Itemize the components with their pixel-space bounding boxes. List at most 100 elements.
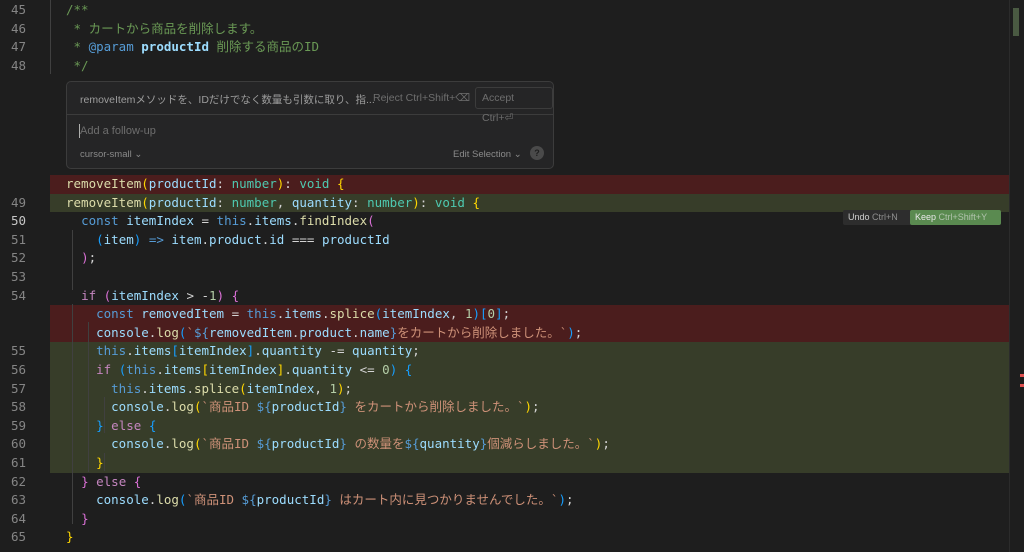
code-line[interactable]: 61 } — [0, 454, 1010, 473]
keep-button[interactable]: Keep Ctrl+Shift+Y — [910, 210, 1001, 225]
code-text: } else { — [66, 417, 156, 436]
code-token: ${ — [241, 492, 257, 508]
code-text: console.log(`${removedItem.product.name}… — [66, 324, 582, 343]
code-line[interactable]: 51 (item) => item.product.id === product… — [0, 231, 1010, 250]
code-line[interactable]: 64 } — [0, 510, 1010, 529]
code-line[interactable]: 45 /** — [0, 1, 1010, 20]
code-token: console — [111, 436, 164, 452]
code-line[interactable]: 58 console.log(`商品ID ${productId} をカートから… — [0, 398, 1010, 417]
code-token: removedItem — [141, 306, 225, 322]
code-token: id — [269, 231, 285, 247]
line-number: 64 — [10, 510, 26, 526]
code-line[interactable]: 57 this.items.splice(itemIndex, 1); — [0, 379, 1010, 399]
vertical-scrollbar[interactable] — [1009, 0, 1024, 552]
added-line-highlight — [50, 416, 1010, 436]
added-line-highlight — [50, 454, 1010, 473]
code-token: 1 — [209, 287, 217, 303]
edit-selection-dropdown[interactable]: Edit Selection ⌄ — [453, 149, 522, 160]
code-line[interactable]: 47 * @param productId 削除する商品のID — [0, 38, 1010, 57]
code-line[interactable]: 55 this.items[itemIndex].quantity -= qua… — [0, 342, 1010, 361]
code-token: number — [367, 194, 413, 210]
code-text: if (this.items[itemIndex].quantity <= 0)… — [66, 361, 412, 380]
code-token: `商品ID — [186, 492, 242, 508]
help-icon[interactable]: ? — [530, 146, 544, 160]
line-number: 51 — [10, 231, 26, 247]
code-line[interactable]: 48 */ — [0, 57, 1010, 76]
code-token: this — [96, 343, 127, 359]
code-line[interactable]: 53 — [0, 268, 1010, 287]
code-token: { — [404, 362, 413, 377]
undo-button[interactable]: Undo Ctrl+N — [843, 210, 912, 225]
prompt-header: removeItemメソッドを、IDだけでなく数量も引数に取り、指... Rej… — [67, 82, 553, 124]
code-token: product — [209, 231, 262, 247]
code-token: : — [284, 176, 300, 191]
line-number: 50 — [10, 213, 26, 229]
code-token: log — [156, 492, 179, 508]
line-number: 46 — [10, 20, 26, 36]
code-token: ( — [367, 213, 375, 229]
code-text: ); — [66, 249, 96, 268]
code-line[interactable]: 54 if (itemIndex > -1) { — [0, 287, 1010, 306]
code-token: . — [201, 231, 210, 247]
code-token: log — [171, 399, 194, 415]
model-selector[interactable]: cursor-small ⌄ — [80, 149, 142, 160]
code-line[interactable]: 56 if (this.items[itemIndex].quantity <=… — [0, 361, 1010, 380]
code-token: . — [126, 343, 134, 359]
code-token: ${ — [193, 324, 210, 340]
code-token: productId — [148, 194, 217, 210]
undo-label: Undo — [848, 212, 870, 222]
prompt-text[interactable]: removeItemメソッドを、IDだけでなく数量も引数に取り、指... — [80, 92, 375, 107]
line-number: 48 — [10, 57, 26, 73]
code-token: ) — [558, 492, 566, 508]
code-token: をカートから削除しました。` — [397, 324, 568, 340]
code-line[interactable]: 63 console.log(`商品ID ${productId} はカート内に… — [0, 491, 1010, 510]
code-token: const — [81, 213, 119, 229]
line-number: 62 — [10, 473, 26, 489]
followup-input[interactable]: Add a follow-up — [80, 125, 156, 137]
code-token: ) — [81, 250, 89, 266]
code-token: = — [224, 306, 247, 322]
accept-button[interactable]: Accept Ctrl+⏎ — [475, 87, 553, 124]
code-token: itemIndex — [382, 306, 450, 322]
code-token: -= — [321, 343, 353, 359]
code-token: } — [339, 399, 347, 415]
code-token: ` — [186, 324, 194, 340]
code-token: items — [254, 213, 292, 229]
reject-button[interactable]: Reject Ctrl+Shift+⌫ — [373, 92, 470, 104]
code-line[interactable]: const removedItem = this.items.splice(it… — [0, 305, 1010, 324]
code-token: /** — [66, 2, 89, 17]
code-line[interactable]: 46 * カートから商品を削除します。 — [0, 20, 1010, 39]
scrollbar-thumb[interactable] — [1013, 8, 1019, 36]
code-token: { — [472, 194, 481, 210]
code-text: removeItem(productId: number): void { — [66, 175, 345, 194]
code-line[interactable]: 52 ); — [0, 249, 1010, 268]
code-line[interactable]: 60 console.log(`商品ID ${productId} の数量を${… — [0, 435, 1010, 454]
code-token: item — [171, 231, 202, 247]
code-line[interactable]: 65} — [0, 528, 1010, 547]
code-text: if (itemIndex > -1) { — [66, 287, 239, 306]
code-token: ] — [495, 306, 503, 322]
code-token: } — [66, 529, 74, 545]
line-number: 52 — [10, 250, 26, 266]
code-token: if — [81, 287, 97, 303]
code-line[interactable]: removeItem(productId: number): void { — [0, 175, 1010, 194]
inline-prompt-panel: removeItemメソッドを、IDだけでなく数量も引数に取り、指... Rej… — [66, 81, 554, 169]
code-line[interactable]: console.log(`${removedItem.product.name}… — [0, 323, 1010, 343]
code-token: itemIndex — [209, 362, 277, 377]
code-token: removedItem — [209, 324, 292, 340]
code-token: quantity — [261, 343, 322, 359]
code-token: this — [246, 306, 277, 322]
code-token: : — [216, 176, 232, 191]
code-token: name — [359, 324, 390, 340]
code-line[interactable]: 62 } else { — [0, 473, 1010, 492]
code-line[interactable]: 59 } else { — [0, 416, 1010, 436]
code-token: * — [66, 39, 89, 55]
line-number: 56 — [10, 362, 26, 377]
line-number: 61 — [10, 455, 26, 470]
code-token: ${ — [256, 399, 272, 415]
